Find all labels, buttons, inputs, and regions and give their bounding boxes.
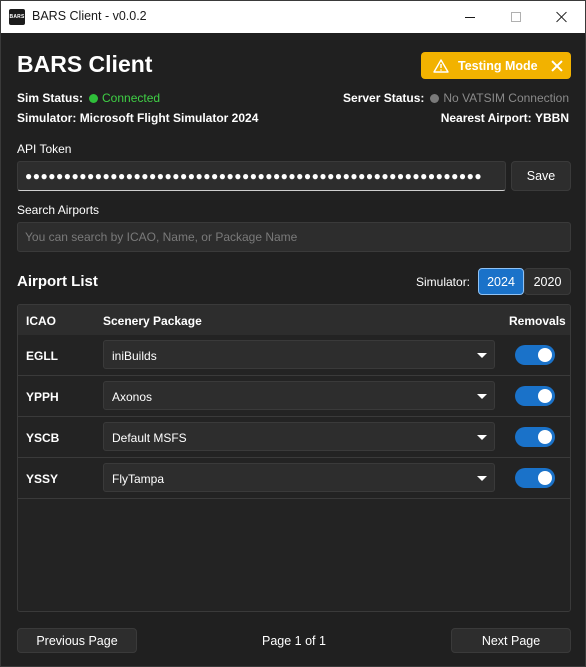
sim-status-value: Connected [102, 91, 161, 105]
sim-2020-button[interactable]: 2020 [524, 268, 571, 295]
connected-dot-icon [89, 94, 99, 103]
toggle-knob [538, 471, 552, 485]
search-airports-label: Search Airports [17, 203, 100, 217]
table-row: YPPH Axonos [18, 376, 570, 417]
row-icao: EGLL [26, 349, 58, 363]
server-status: Server Status: No VATSIM Connection [343, 91, 569, 105]
chevron-down-icon [477, 435, 487, 440]
server-status-value: No VATSIM Connection [443, 91, 569, 105]
sim-2024-button[interactable]: 2024 [478, 268, 524, 295]
scenery-package-select[interactable]: Default MSFS [103, 422, 495, 451]
row-icao: YPPH [26, 390, 59, 404]
save-token-button[interactable]: Save [511, 161, 571, 191]
toggle-knob [538, 389, 552, 403]
simulator-filter-label: Simulator: [416, 275, 471, 289]
server-status-label: Server Status: [343, 91, 425, 105]
removals-toggle[interactable] [515, 468, 555, 488]
minimize-button[interactable] [447, 1, 493, 33]
nearest-airport-label: Nearest Airport: [440, 111, 532, 125]
simulator-info: Simulator: Microsoft Flight Simulator 20… [17, 111, 258, 125]
column-header-scenery-package: Scenery Package [103, 314, 202, 328]
toggle-knob [538, 348, 552, 362]
select-value: FlyTampa [112, 472, 165, 486]
maximize-button[interactable] [493, 1, 539, 33]
warning-icon [433, 58, 449, 73]
testing-mode-label: Testing Mode [458, 58, 538, 73]
scenery-package-select[interactable]: FlyTampa [103, 463, 495, 492]
window-title: BARS Client - v0.0.2 [32, 9, 147, 23]
removals-toggle[interactable] [515, 345, 555, 365]
airport-table: ICAO Scenery Package Removals EGLL iniBu… [17, 304, 571, 612]
nearest-airport: Nearest Airport: YBBN [441, 111, 569, 125]
removals-toggle[interactable] [515, 427, 555, 447]
table-row: YSCB Default MSFS [18, 417, 570, 458]
scenery-package-select[interactable]: iniBuilds [103, 340, 495, 369]
column-header-removals: Removals [509, 314, 566, 328]
table-row: EGLL iniBuilds [18, 335, 570, 376]
row-icao: YSSY [26, 472, 59, 486]
select-value: Axonos [112, 390, 153, 404]
api-token-input[interactable] [17, 161, 506, 191]
close-window-button[interactable] [539, 1, 585, 33]
close-icon [556, 11, 568, 23]
table-header: ICAO Scenery Package Removals [18, 305, 570, 335]
app-icon: BARS [9, 9, 25, 25]
app-title: BARS Client [17, 51, 153, 77]
select-value: Default MSFS [112, 431, 187, 445]
next-page-button[interactable]: Next Page [451, 628, 571, 653]
chevron-down-icon [477, 394, 487, 399]
simulator-value: Microsoft Flight Simulator 2024 [79, 111, 259, 125]
simulator-label: Simulator: [17, 111, 77, 125]
airport-list-title: Airport List [17, 273, 98, 290]
minimize-icon [465, 16, 475, 18]
scenery-package-select[interactable]: Axonos [103, 381, 495, 410]
disconnected-dot-icon [430, 94, 440, 103]
chevron-down-icon [477, 476, 487, 481]
column-header-icao: ICAO [26, 314, 56, 328]
sim-status-label: Sim Status: [17, 91, 84, 105]
maximize-icon [511, 12, 521, 22]
row-icao: YSCB [26, 431, 60, 445]
toggle-knob [538, 430, 552, 444]
api-token-label: API Token [17, 142, 72, 156]
removals-toggle[interactable] [515, 386, 555, 406]
testing-mode-badge: Testing Mode [421, 52, 571, 79]
select-value: iniBuilds [112, 349, 157, 363]
sim-status: Sim Status: Connected [17, 91, 160, 105]
table-row: YSSY FlyTampa [18, 458, 570, 499]
chevron-down-icon [477, 353, 487, 358]
dismiss-testing-mode-button[interactable] [551, 60, 563, 72]
title-bar[interactable]: BARS BARS Client - v0.0.2 [1, 1, 585, 33]
app-window: BARS BARS Client - v0.0.2 BARS Client Te… [0, 0, 586, 667]
nearest-airport-value: YBBN [534, 111, 569, 125]
search-input[interactable] [17, 222, 571, 252]
